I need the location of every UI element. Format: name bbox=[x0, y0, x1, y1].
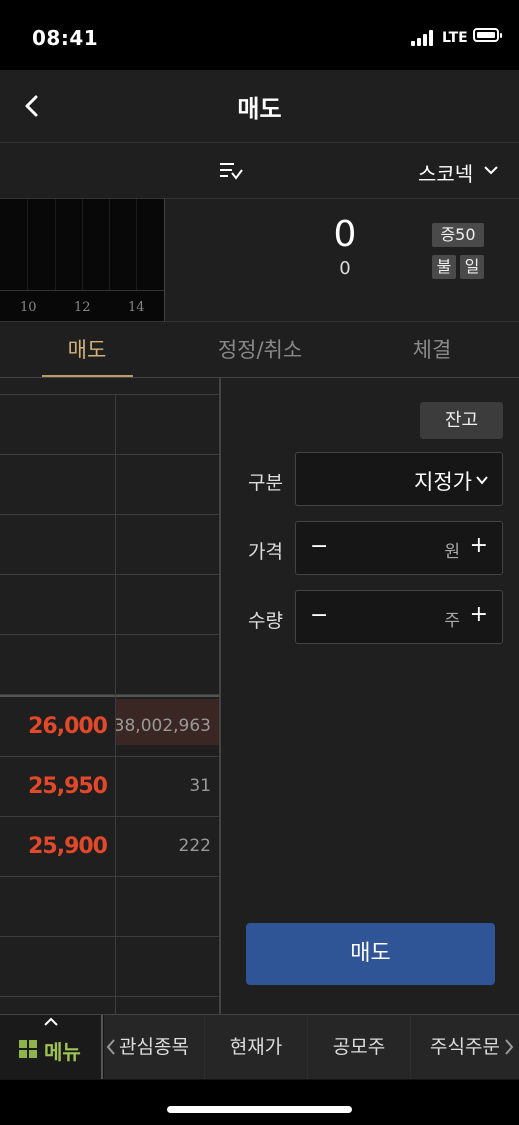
price-stepper[interactable]: − 원 + bbox=[295, 521, 503, 575]
order-book-row[interactable]: 26,000 38,002,963 bbox=[0, 697, 219, 757]
chevron-down-icon bbox=[476, 476, 488, 485]
order-book-row[interactable] bbox=[0, 877, 219, 937]
battery-icon bbox=[473, 28, 502, 42]
order-book-row[interactable]: 25,900 222 bbox=[0, 817, 219, 877]
home-indicator[interactable] bbox=[167, 1106, 352, 1113]
menu-label[interactable]: 메뉴 bbox=[44, 1036, 81, 1065]
price-minus-button[interactable]: − bbox=[310, 534, 328, 559]
order-book-row[interactable] bbox=[0, 395, 219, 455]
grid-icon bbox=[19, 1040, 37, 1058]
order-book-row[interactable] bbox=[0, 635, 219, 695]
order-book-row[interactable] bbox=[0, 455, 219, 515]
chart-tick: 10 bbox=[20, 300, 37, 315]
status-badge: 일 bbox=[460, 255, 484, 279]
tab-indicator bbox=[42, 375, 133, 377]
order-type-label: 구분 bbox=[248, 472, 283, 494]
quantity-plus-button[interactable]: + bbox=[470, 602, 488, 627]
nav-item-ipo[interactable]: 공모주 bbox=[308, 1015, 411, 1079]
order-book-row[interactable] bbox=[0, 515, 219, 575]
order-qty: 222 bbox=[178, 836, 211, 856]
order-book-row[interactable] bbox=[0, 937, 219, 997]
nav-item-current-price[interactable]: 현재가 bbox=[205, 1015, 308, 1079]
order-book-row[interactable]: 25,950 31 bbox=[0, 757, 219, 817]
tab-filled[interactable]: 체결 bbox=[380, 334, 484, 364]
order-price: 26,000 bbox=[28, 714, 108, 739]
chevron-left-icon[interactable] bbox=[105, 1038, 117, 1056]
margin-badge: 증50 bbox=[432, 223, 484, 247]
quantity-minus-button[interactable]: − bbox=[310, 603, 328, 628]
status-badge: 불 bbox=[432, 255, 456, 279]
tab-sell[interactable]: 매도 bbox=[40, 334, 134, 364]
network-label: LTE bbox=[442, 30, 468, 46]
price-unit: 원 bbox=[444, 542, 460, 562]
order-price: 25,900 bbox=[28, 834, 108, 859]
divider bbox=[115, 394, 116, 1014]
chart-tick: 14 bbox=[128, 300, 145, 315]
divider bbox=[0, 695, 219, 697]
order-book-row[interactable] bbox=[0, 575, 219, 635]
tab-modify-cancel[interactable]: 정정/취소 bbox=[190, 334, 330, 364]
mini-chart: 10 12 14 bbox=[0, 199, 165, 322]
chart-tick: 12 bbox=[74, 300, 91, 315]
order-type-value: 지정가 bbox=[414, 470, 472, 494]
order-qty: 31 bbox=[189, 776, 211, 796]
order-type-select[interactable]: 지정가 bbox=[295, 452, 503, 506]
price-label: 가격 bbox=[248, 541, 283, 563]
order-qty: 38,002,963 bbox=[113, 716, 211, 736]
chevron-down-icon[interactable] bbox=[484, 164, 498, 176]
stock-name[interactable]: 스코넥 bbox=[418, 158, 473, 187]
caret-up-icon bbox=[44, 1017, 58, 1026]
quantity-stepper[interactable]: − 주 + bbox=[295, 590, 503, 644]
sell-button[interactable]: 매도 bbox=[246, 923, 495, 985]
status-time: 08:41 bbox=[32, 26, 99, 50]
signal-icon bbox=[411, 30, 437, 46]
nav-item-watchlist[interactable]: 관심종목 bbox=[104, 1015, 205, 1079]
quantity-unit: 주 bbox=[444, 611, 460, 631]
price-change: 0 bbox=[339, 258, 351, 279]
current-price: 0 bbox=[333, 214, 357, 255]
price-plus-button[interactable]: + bbox=[470, 533, 488, 558]
quantity-label: 수량 bbox=[248, 610, 283, 632]
order-price: 25,950 bbox=[28, 774, 108, 799]
home-indicator-area bbox=[0, 1080, 519, 1125]
chevron-right-icon[interactable] bbox=[503, 1038, 515, 1056]
page-title: 매도 bbox=[237, 95, 282, 123]
sort-check-icon[interactable] bbox=[218, 160, 244, 182]
balance-button[interactable]: 잔고 bbox=[420, 402, 503, 439]
